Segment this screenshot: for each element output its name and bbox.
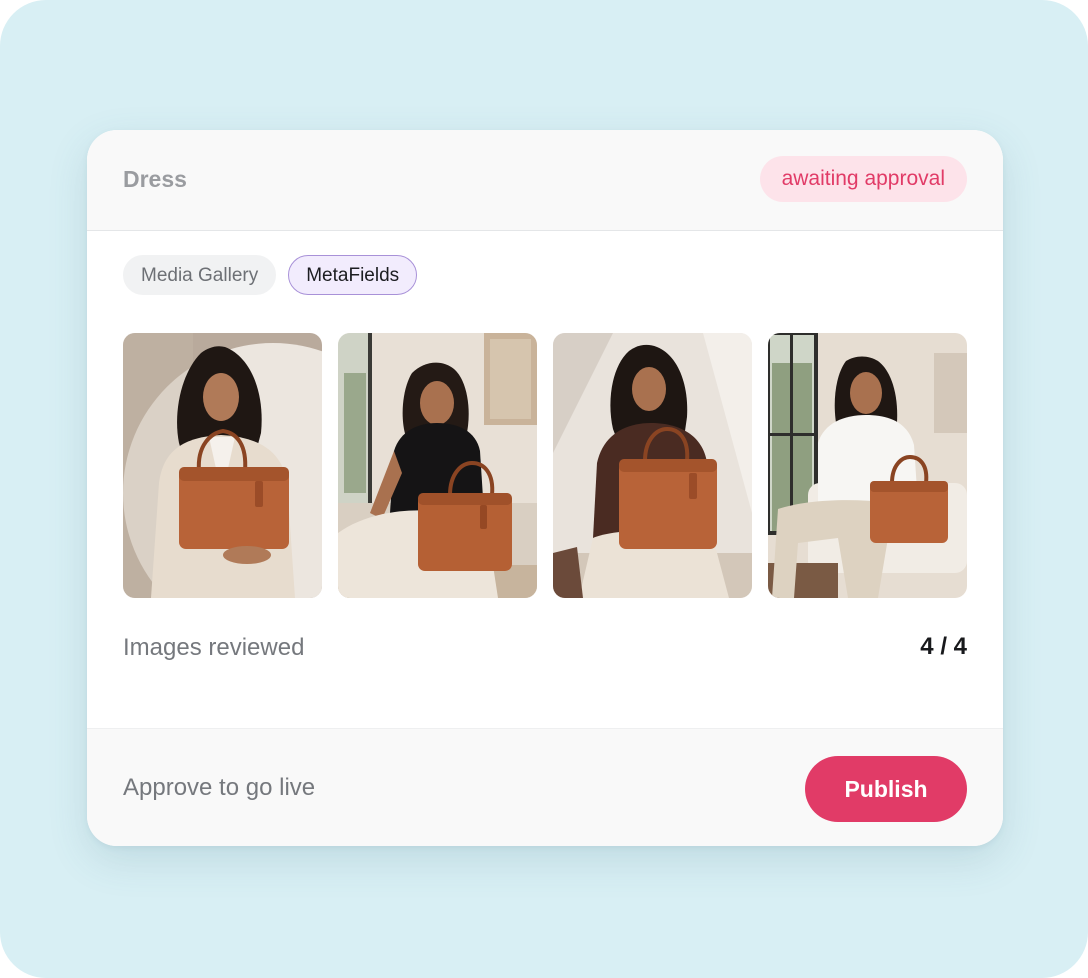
gallery-image[interactable]	[553, 333, 752, 598]
gallery-image[interactable]	[123, 333, 322, 598]
tab-media-gallery[interactable]: Media Gallery	[123, 255, 277, 295]
app-background: Dress awaiting approval Media Gallery Me…	[0, 0, 1088, 978]
gallery-image[interactable]	[768, 333, 967, 598]
image-gallery	[123, 333, 967, 598]
tab-bar: Media Gallery MetaFields	[123, 255, 418, 295]
tab-metafields[interactable]: MetaFields	[288, 255, 418, 295]
product-review-card: Dress awaiting approval Media Gallery Me…	[87, 130, 1003, 846]
card-header: Dress awaiting approval	[87, 130, 1003, 231]
images-reviewed-label: Images reviewed	[123, 634, 305, 661]
gallery-image[interactable]	[338, 333, 537, 598]
card-footer: Approve to go live Publish	[87, 728, 1003, 846]
status-badge: awaiting approval	[759, 156, 967, 202]
product-title: Dress	[123, 166, 187, 192]
images-reviewed-count: 4 / 4	[920, 633, 967, 660]
approve-hint: Approve to go live	[123, 774, 316, 801]
publish-button[interactable]: Publish	[805, 756, 967, 822]
